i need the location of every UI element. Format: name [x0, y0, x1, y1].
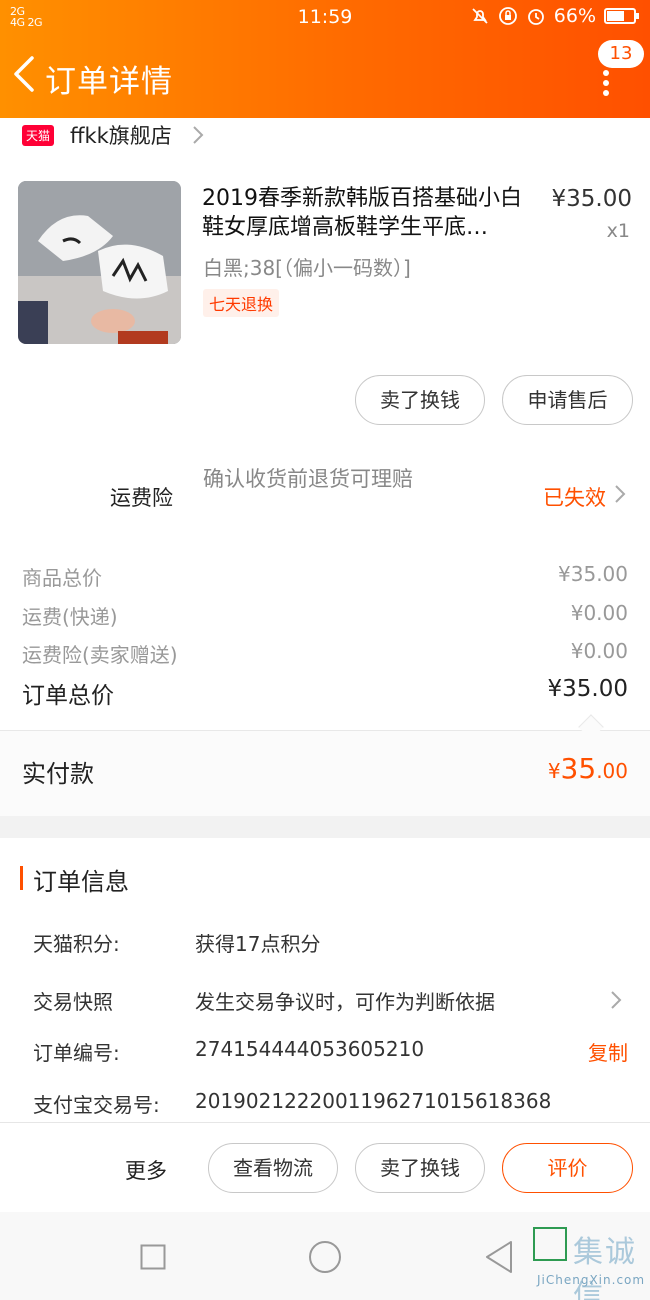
watermark-url: JiChengXin.com	[537, 1273, 646, 1287]
shop-name[interactable]: ffkk旗舰店	[70, 120, 172, 150]
fee-value: ¥35.00	[558, 562, 628, 586]
order-card: 天猫 ffkk旗舰店 2019春季新款韩版百搭基础小白鞋女厚底增高板鞋学生平底……	[0, 118, 650, 816]
shipping-insurance-desc: 确认收货前退货可理赔	[203, 467, 413, 491]
info-key: 支付宝交易号:	[33, 1093, 160, 1117]
app-header: 2G 4G 2G 11:59 66% 订单详情 13	[0, 0, 650, 118]
order-info-section: 订单信息 天猫积分: 获得17点积分 交易快照 发生交易争议时，可作为判断依据 …	[0, 838, 650, 1122]
review-button[interactable]: 评价	[502, 1143, 633, 1193]
copy-button[interactable]: 复制	[588, 1037, 628, 1066]
paid-currency: ¥	[547, 759, 561, 783]
info-key: 订单编号:	[33, 1041, 120, 1065]
product-quantity: x1	[606, 220, 630, 242]
back-icon[interactable]	[10, 52, 40, 96]
order-total-label: 订单总价	[22, 683, 114, 709]
watermark-text: 集诚信	[573, 1235, 637, 1300]
order-info-title: 订单信息	[33, 868, 129, 896]
fee-row: 商品总价 ¥35.00	[0, 562, 650, 596]
battery-percent: 66%	[553, 5, 596, 27]
info-key: 天猫积分:	[33, 932, 120, 956]
message-count-badge[interactable]: 13	[598, 40, 644, 68]
paid-decimal: .00	[596, 759, 628, 783]
fee-label: 运费险(卖家赠送)	[22, 643, 178, 667]
shipping-insurance-label: 运费险	[110, 486, 173, 510]
info-key: 交易快照	[33, 990, 113, 1014]
info-row-points: 天猫积分: 获得17点积分	[0, 928, 650, 962]
info-value: 获得17点积分	[195, 932, 321, 956]
order-total-row: 订单总价 ¥35.00	[0, 676, 650, 712]
section-accent-bar	[20, 866, 23, 890]
fee-label: 商品总价	[22, 566, 102, 590]
fee-value: ¥0.00	[570, 601, 628, 625]
page-title: 订单详情	[45, 64, 173, 100]
square-nav-icon[interactable]	[140, 1244, 166, 1270]
triangle-back-nav-icon[interactable]	[484, 1240, 514, 1274]
chevron-right-icon[interactable]	[610, 990, 622, 1010]
alarm-icon	[527, 9, 544, 25]
order-total-value: ¥35.00	[547, 676, 628, 702]
fee-label: 运费(快递)	[22, 605, 118, 629]
paid-label: 实付款	[22, 760, 94, 788]
sell-for-cash-button[interactable]: 卖了换钱	[355, 1143, 485, 1193]
info-value: 274154444053605210	[195, 1037, 425, 1061]
sneaker-illustration	[18, 181, 181, 344]
paid-integer: 35	[560, 752, 597, 785]
status-right: 66%	[470, 5, 639, 27]
paid-amount: ¥35.00	[548, 752, 628, 785]
shipping-insurance-status[interactable]: 已失效	[543, 482, 606, 512]
info-row-snapshot[interactable]: 交易快照 发生交易争议时，可作为判断依据	[0, 986, 650, 1020]
more-button[interactable]: 更多	[125, 1155, 167, 1185]
shop-row[interactable]: 天猫 ffkk旗舰店	[22, 120, 204, 150]
fee-row: 运费(快递) ¥0.00	[0, 601, 650, 635]
bottom-action-bar: 更多 查看物流 卖了换钱 评价	[0, 1122, 650, 1212]
mute-bell-icon	[472, 8, 488, 24]
chevron-right-icon[interactable]	[614, 484, 626, 504]
info-row-alipay-number: 支付宝交易号: 2019021222001196271015618368	[0, 1089, 650, 1123]
lock-rotation-icon	[498, 7, 517, 25]
watermark-char-1	[533, 1227, 567, 1261]
view-logistics-button[interactable]: 查看物流	[208, 1143, 338, 1193]
sell-for-cash-button[interactable]: 卖了换钱	[355, 375, 485, 425]
fee-value: ¥0.00	[570, 639, 628, 663]
battery-fill	[607, 11, 625, 21]
tmall-logo: 天猫	[22, 124, 55, 146]
fee-row: 运费险(卖家赠送) ¥0.00	[0, 639, 650, 673]
info-value: 2019021222001196271015618368	[195, 1089, 552, 1113]
more-dots-icon[interactable]	[601, 70, 611, 96]
product-price: ¥35.00	[551, 186, 632, 212]
product-sku: 白黑;38[（偏小一码数）]	[203, 256, 411, 280]
info-row-order-number: 订单编号: 274154444053605210 复制	[0, 1037, 650, 1071]
watermark-logo: 集诚信 JiChengXin.com	[533, 1227, 648, 1300]
chevron-right-icon	[193, 126, 204, 144]
product-image[interactable]	[18, 181, 181, 344]
product-title[interactable]: 2019春季新款韩版百搭基础小白鞋女厚底增高板鞋学生平底…	[202, 184, 532, 242]
battery-icon	[604, 8, 639, 24]
info-value: 发生交易争议时，可作为判断依据	[195, 990, 495, 1014]
status-bar: 2G 4G 2G 11:59 66%	[0, 0, 650, 34]
return-policy-tag: 七天退换	[203, 289, 280, 317]
circle-nav-icon[interactable]	[308, 1240, 342, 1274]
apply-aftersale-button[interactable]: 申请售后	[502, 375, 633, 425]
